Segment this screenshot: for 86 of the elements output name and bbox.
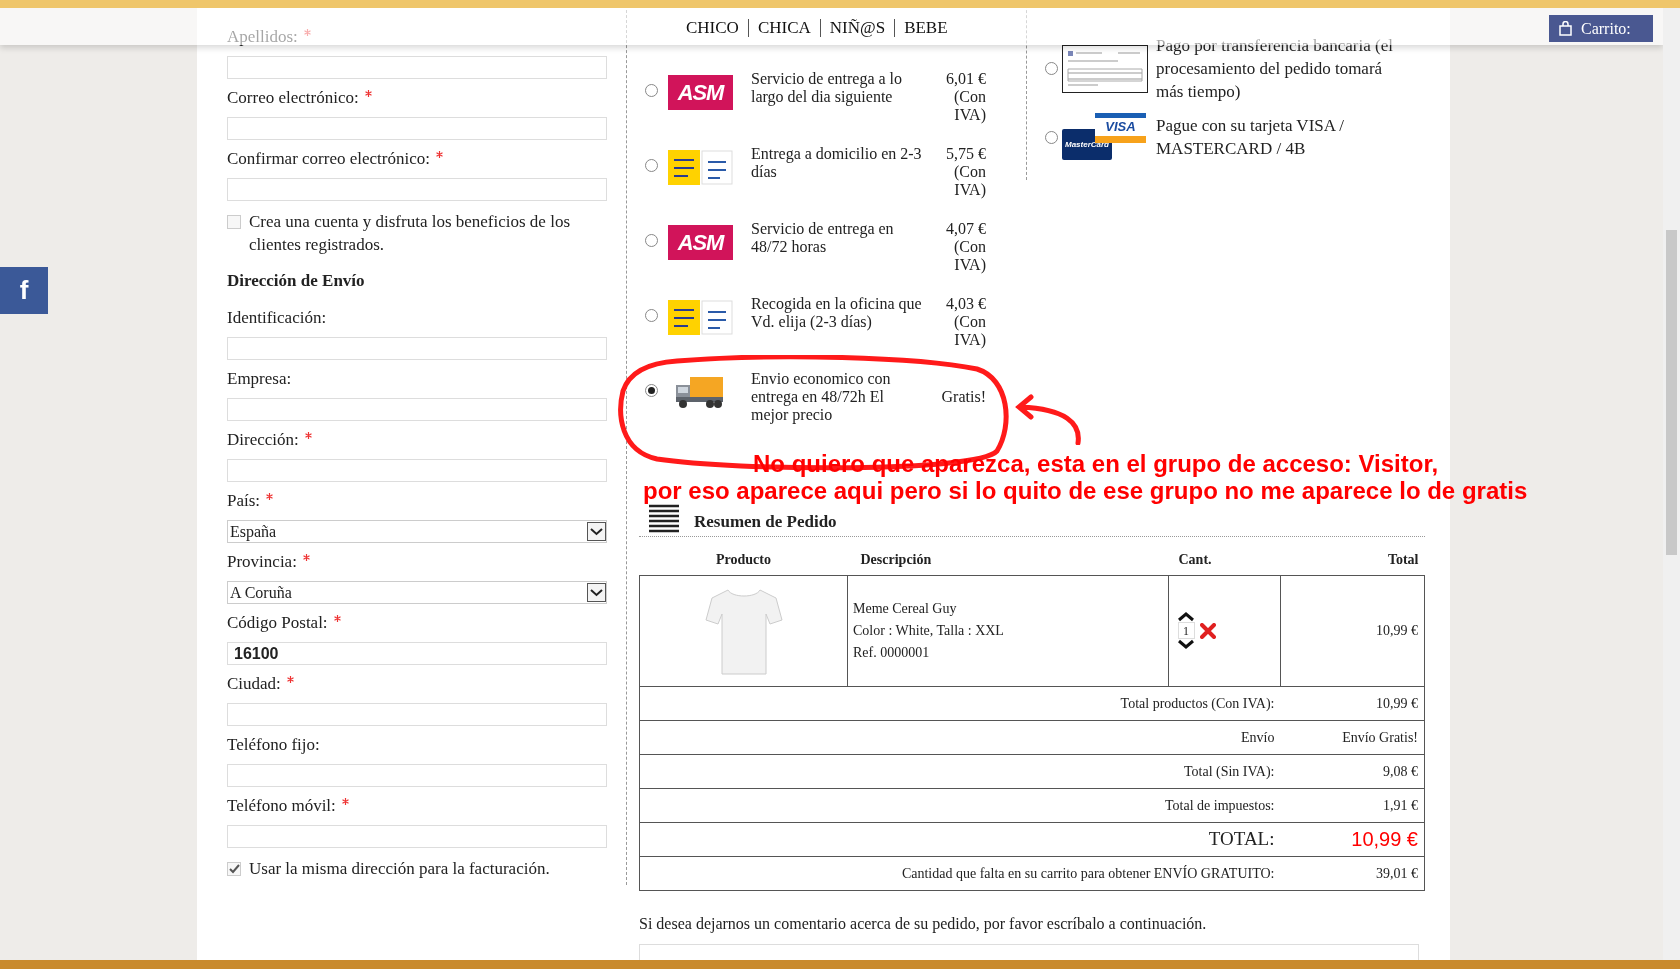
payment-description: Pago por transferencia bancaria (el procesamiento del pedido tomará más tiempo) bbox=[1156, 35, 1394, 103]
shipping-price: Gratis! bbox=[941, 388, 986, 405]
nav-link[interactable]: NIÑ@S bbox=[820, 15, 895, 41]
dropdown[interactable]: A Coruña bbox=[227, 581, 607, 604]
bank-transfer-form-icon bbox=[1062, 44, 1148, 93]
total-value: 10,99 € bbox=[1351, 828, 1418, 850]
facebook-button[interactable]: f bbox=[0, 267, 48, 314]
field-label: Código Postal: bbox=[227, 613, 328, 632]
cart-button[interactable]: Carrito: bbox=[1549, 15, 1653, 42]
input-field[interactable] bbox=[227, 703, 607, 726]
carrier-logo: ASM bbox=[668, 75, 733, 110]
input-field[interactable] bbox=[227, 825, 607, 848]
checkbox-label: Usar la misma dirección para la facturación. bbox=[249, 858, 550, 880]
input-field[interactable] bbox=[227, 117, 607, 140]
truck-icon bbox=[674, 375, 724, 409]
shipping-description: Envio economico con entrega en 48/72h El mejor precio bbox=[751, 370, 892, 424]
payment-description: Pague con su tarjeta VISA / MASTERCARD / 4B bbox=[1156, 115, 1346, 160]
field-label: Confirmar correo electrónico: bbox=[227, 149, 430, 168]
total-label: Total de impuestos: bbox=[1165, 797, 1275, 813]
total-value: 1,91 € bbox=[1383, 797, 1418, 813]
input-field[interactable] bbox=[227, 178, 607, 201]
field-label: Identificación: bbox=[227, 308, 327, 327]
column-header: Total bbox=[1387, 552, 1419, 568]
input-field[interactable] bbox=[227, 764, 607, 787]
input-field[interactable] bbox=[227, 56, 607, 79]
carrier-logo bbox=[668, 150, 733, 185]
annotation-arrow bbox=[1015, 393, 1083, 445]
total-label: TOTAL: bbox=[1208, 827, 1275, 849]
field-label: País: bbox=[227, 491, 261, 510]
column-header: Cant. bbox=[1178, 552, 1212, 568]
input-field[interactable] bbox=[227, 459, 607, 482]
total-value: 10,99 € bbox=[1376, 695, 1418, 711]
checkmark-icon bbox=[228, 864, 240, 874]
input-field[interactable] bbox=[227, 398, 607, 421]
chevron-down-icon[interactable] bbox=[1177, 639, 1195, 650]
annotation-text: por eso aparece aqui pero si lo quito de ese grupo no me aparece lo de gratis bbox=[643, 477, 1528, 505]
nav-link[interactable]: CHICA bbox=[748, 15, 820, 41]
checkbox-label: Crea una cuenta y disfruta los beneficios de los clientes registrados. bbox=[249, 211, 571, 256]
field-label: Correo electrónico: bbox=[227, 88, 359, 107]
total-label: Cantidad que falta en su carrito para obtener ENVÍO GRATUITO: bbox=[901, 865, 1275, 881]
shipping-description: Servicio de entrega en 48/72 horas bbox=[751, 220, 895, 256]
column-header: Descripción bbox=[860, 552, 932, 568]
section-title: Resumen de Pedido bbox=[694, 510, 837, 533]
visa-logo: VISA bbox=[1095, 113, 1146, 143]
shipping-price: 5,75 € (Con IVA) bbox=[946, 145, 986, 198]
field-label: Teléfono móvil: bbox=[227, 796, 336, 815]
scrollbar[interactable] bbox=[1663, 8, 1680, 960]
section-heading: Dirección de Envío bbox=[227, 271, 366, 291]
delete-icon[interactable] bbox=[1200, 622, 1216, 639]
checkbox[interactable] bbox=[227, 215, 241, 229]
field-label: Dirección: bbox=[227, 430, 299, 449]
field-label: Apellidos: bbox=[227, 27, 298, 46]
shopping-bag-icon bbox=[1559, 21, 1572, 36]
carrier-logo: ASM bbox=[668, 225, 733, 260]
product-attributes: Color : White, Talla : XXL bbox=[853, 621, 1005, 640]
shipping-price: 6,01 € (Con IVA) bbox=[946, 70, 986, 123]
dropdown[interactable]: España bbox=[227, 520, 607, 543]
total-value: Envío Gratis! bbox=[1342, 729, 1418, 745]
nav-link[interactable]: CHICO bbox=[677, 15, 748, 41]
field-label: Ciudad: bbox=[227, 674, 281, 693]
quantity-field[interactable]: 1 bbox=[1177, 622, 1195, 639]
input-field[interactable] bbox=[227, 337, 607, 360]
field-label: Empresa: bbox=[227, 369, 292, 388]
shipping-price: 4,03 € (Con IVA) bbox=[946, 295, 986, 348]
nav-link[interactable]: BEBE bbox=[895, 15, 957, 41]
total-value: 9,08 € bbox=[1383, 763, 1418, 779]
product-name: Meme Cereal Guy bbox=[853, 599, 958, 618]
input-field[interactable]: 16100 bbox=[227, 642, 607, 665]
checkbox[interactable] bbox=[227, 862, 241, 876]
shipping-description: Servicio de entrega a lo largo del dia siguiente bbox=[751, 70, 904, 106]
total-label: Envío bbox=[1241, 729, 1275, 745]
comment-prompt: Si desea dejarnos un comentario acerca de su pedido, por favor escríbalo a continuación. bbox=[639, 913, 1208, 935]
chevron-up-icon[interactable] bbox=[1177, 611, 1195, 622]
column-header: Producto bbox=[716, 552, 771, 568]
list-icon bbox=[648, 502, 680, 533]
total-value: 39,01 € bbox=[1376, 865, 1418, 881]
product-reference: Ref. 0000001 bbox=[853, 643, 931, 662]
item-total: 10,99 € bbox=[1376, 623, 1418, 638]
field-label: Teléfono fijo: bbox=[227, 735, 320, 754]
field-label: Provincia: bbox=[227, 552, 297, 571]
total-label: Total productos (Con IVA): bbox=[1120, 695, 1275, 711]
total-label: Total (Sin IVA): bbox=[1183, 763, 1275, 779]
carrier-logo bbox=[668, 300, 733, 335]
shipping-price: 4,07 € (Con IVA) bbox=[946, 220, 986, 273]
shipping-description: Recogida en la oficina que Vd. elija (2-3 días) bbox=[751, 295, 923, 331]
shipping-description: Entrega a domicilio en 2-3 días bbox=[751, 145, 923, 181]
